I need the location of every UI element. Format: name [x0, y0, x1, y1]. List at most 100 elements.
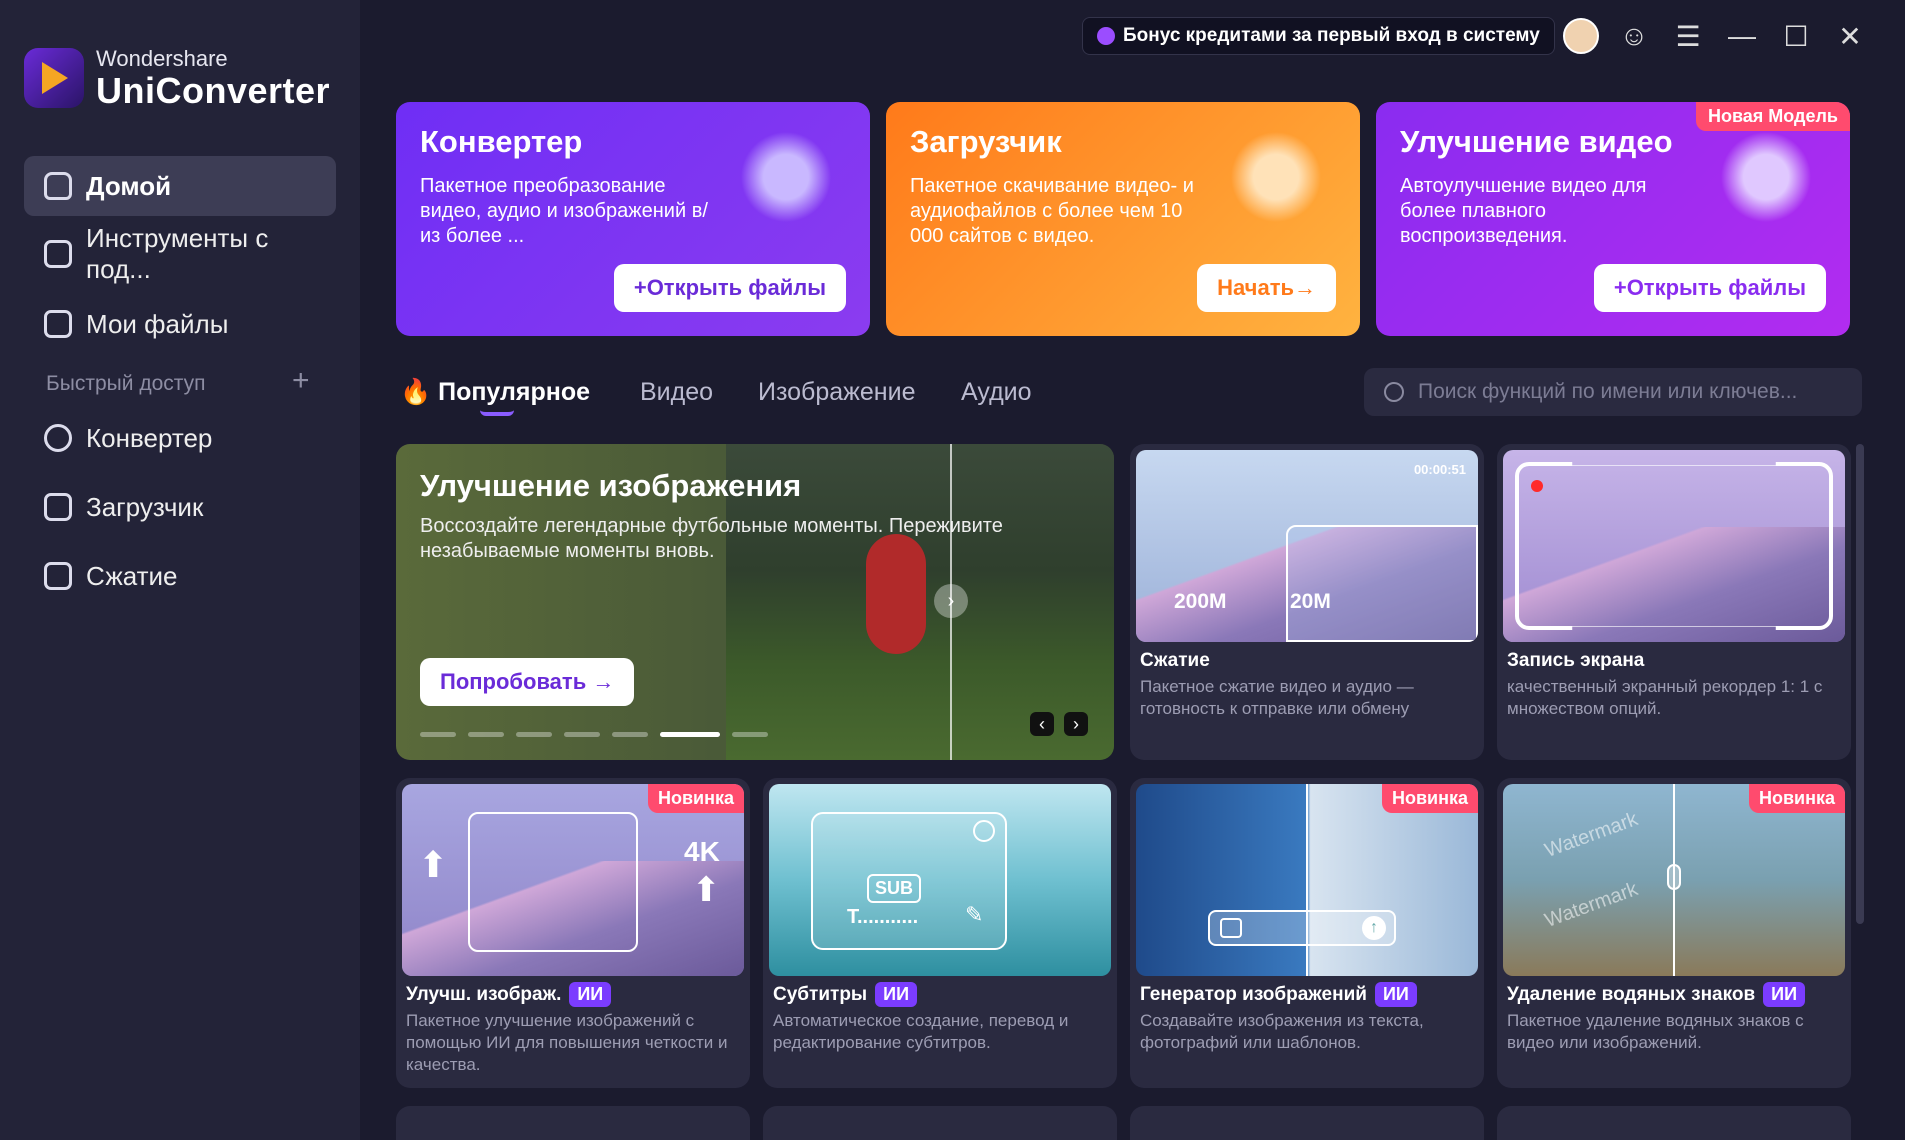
watermark-text: Watermark [1541, 878, 1641, 932]
upscale-arrow-icon: ⬆ [418, 844, 449, 885]
resolution-label: 4K [684, 836, 720, 867]
bonus-banner[interactable]: Бонус кредитами за первый вход в систему [1082, 17, 1555, 55]
sidebar-item-ai-tools[interactable]: Инструменты с под... [24, 223, 336, 284]
watermark-text: Watermark [1541, 808, 1641, 862]
sidebar-item-label: Загрузчик [86, 491, 204, 522]
sidebar-item-my-files[interactable]: Мои файлы [24, 294, 336, 354]
feature-desc: Пакетное скачивание видео- и аудиофайлов… [910, 175, 1194, 247]
converter-icon [44, 424, 72, 452]
minimize-icon[interactable]: — [1724, 18, 1760, 54]
sub-label: SUB [867, 874, 922, 903]
new-badge: Новинка [1748, 784, 1845, 813]
app-logo: Wondershare UniConverter [24, 46, 330, 110]
tab-video[interactable]: Видео [640, 378, 713, 407]
carousel-dot[interactable] [564, 732, 600, 737]
sidebar-item-label: Инструменты с под... [86, 223, 269, 284]
diamond-icon [1097, 27, 1115, 45]
maximize-icon[interactable]: ☐ [1778, 18, 1814, 54]
feature-card-converter[interactable]: Конвертер Пакетное преобразование видео,… [396, 102, 870, 336]
card-title-text: Субтитры [773, 983, 868, 1005]
tool-card-partial[interactable] [1497, 1106, 1851, 1140]
open-files-button[interactable]: +Открыть файлы [1593, 264, 1826, 312]
prev-arrow-icon[interactable]: ‹ [1030, 712, 1054, 736]
carousel-dot[interactable] [420, 732, 456, 737]
tool-card-subtitles[interactable]: SUB T........... ✎ Субтитры ИИ Автоматиче… [763, 778, 1117, 1088]
hero-banner[interactable]: Улучшение изображения Воссоздайте легенд… [396, 444, 1114, 760]
sidebar-item-converter[interactable]: Конвертер [24, 408, 336, 468]
tool-card-partial[interactable] [1130, 1106, 1484, 1140]
open-files-button[interactable]: +Открыть файлы [613, 264, 846, 312]
try-button[interactable]: Попробовать → [420, 658, 635, 706]
ai-enhance-illustration-icon [1706, 132, 1826, 222]
home-icon [44, 172, 72, 200]
feature-desc: Пакетное преобразование видео, аудио и и… [420, 175, 708, 247]
subtitle-text-line: T........... [847, 906, 919, 928]
close-icon[interactable]: ✕ [1832, 18, 1868, 54]
card-title: Сжатие [1140, 650, 1210, 671]
tab-audio[interactable]: Аудио [961, 378, 1032, 407]
tool-card-compress[interactable]: 00:00:51 200M 20M Сжатие Пакетное сжатие… [1130, 444, 1484, 760]
ai-badge: ИИ [875, 982, 918, 1007]
sidebar-item-compress[interactable]: Сжатие [24, 546, 336, 606]
hero-desc: Воссоздайте легендарные футбольные момен… [420, 515, 1003, 562]
image-generator-thumbnail: ↑ Новинка [1136, 784, 1478, 976]
downloader-illustration-icon [1216, 132, 1336, 222]
ai-badge: ИИ [569, 982, 612, 1007]
search-input[interactable]: Поиск функций по имени или ключев... [1364, 368, 1862, 416]
upload-arrow-icon: ↑ [1362, 916, 1386, 940]
chat-icon[interactable]: ☺ [1616, 18, 1652, 54]
scrollbar[interactable] [1856, 444, 1864, 924]
sidebar-item-downloader[interactable]: Загрузчик [24, 477, 336, 537]
tab-image[interactable]: Изображение [758, 378, 915, 407]
feature-card-downloader[interactable]: Загрузчик Пакетное скачивание видео- и а… [886, 102, 1360, 336]
tool-card-partial[interactable] [396, 1106, 750, 1140]
file-icon [44, 310, 72, 338]
sidebar-item-home[interactable]: Домой [24, 156, 336, 216]
new-badge: Новинка [647, 784, 744, 813]
tool-card-image-enhance[interactable]: ⬆ 4K ⬆ Новинка Улучш. изображ. ИИ Пакетно… [396, 778, 750, 1088]
carousel-dot[interactable] [516, 732, 552, 737]
edit-pencil-icon: ✎ [965, 902, 984, 927]
brand-top: Wondershare [96, 46, 228, 71]
tool-card-watermark-remover[interactable]: Watermark Watermark Новинка Удаление вод… [1497, 778, 1851, 1088]
carousel-dot[interactable] [612, 732, 648, 737]
screen-record-thumbnail [1503, 450, 1845, 642]
card-title: Запись экрана [1507, 650, 1645, 671]
card-desc: качественный экранный рекордер 1: 1 с мн… [1507, 677, 1823, 718]
feature-card-video-enhance[interactable]: Новая Модель Улучшение видео Автоулучшен… [1376, 102, 1850, 336]
tab-popular[interactable]: 🔥 Популярное [400, 378, 590, 407]
card-desc: Создавайте изображения из текста, фотогр… [1140, 1011, 1424, 1052]
add-quick-access-icon[interactable]: + [292, 364, 310, 398]
card-desc: Пакетное сжатие видео и аудио — готовнос… [1140, 677, 1414, 718]
new-model-badge: Новая Модель [1695, 102, 1850, 131]
hero-title: Улучшение изображения [420, 468, 802, 503]
sidebar: Wondershare UniConverter Домой Инструмен… [0, 0, 360, 1140]
card-desc: Пакетное удаление водяных знаков с видео… [1507, 1011, 1804, 1052]
card-title-text: Улучш. изображ. [406, 983, 562, 1005]
next-arrow-icon[interactable]: › [1064, 712, 1088, 736]
uniconverter-logo-icon [24, 48, 84, 108]
carousel-dot[interactable] [468, 732, 504, 737]
carousel-dot[interactable] [732, 732, 768, 737]
compressed-frame [1286, 525, 1478, 642]
subtitles-thumbnail: SUB T........... ✎ [769, 784, 1111, 976]
tool-card-image-generator[interactable]: ↑ Новинка Генератор изображений ИИ Создав… [1130, 778, 1484, 1088]
card-title-text: Удаление водяных знаков [1507, 983, 1756, 1005]
play-icon [973, 820, 995, 842]
card-desc: Пакетное улучшение изображений с помощью… [406, 1011, 728, 1074]
menu-icon[interactable]: ☰ [1670, 18, 1706, 54]
tool-card-screen-record[interactable]: Запись экрана качественный экранный реко… [1497, 444, 1851, 760]
card-title: Удаление водяных знаков ИИ [1507, 982, 1806, 1007]
tool-card-partial[interactable] [763, 1106, 1117, 1140]
new-badge: Новинка [1381, 784, 1478, 813]
carousel-dot-active[interactable] [660, 732, 720, 737]
quick-access-title: Быстрый доступ [46, 372, 206, 395]
avatar[interactable] [1563, 18, 1599, 54]
start-button[interactable]: Начать→ [1197, 264, 1336, 312]
compare-handle-icon[interactable]: › [934, 584, 968, 618]
converter-illustration-icon [726, 132, 846, 222]
video-duration: 00:00:51 [1413, 462, 1466, 477]
card-title-text: Генератор изображений [1140, 983, 1367, 1005]
ai-badge: ИИ [1763, 982, 1806, 1007]
ai-toolbox-icon [44, 240, 72, 268]
